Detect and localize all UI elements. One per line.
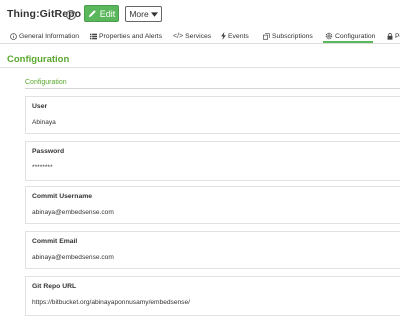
tab-label: Pe bbox=[395, 32, 400, 40]
tab-subscriptions[interactable]: Subscriptions bbox=[263, 30, 313, 42]
title-bar: Thing:GitRepo ? Edit More bbox=[0, 0, 400, 29]
lock-icon bbox=[387, 32, 393, 40]
tab-properties-and-alerts[interactable]: Properties and Alerts bbox=[90, 30, 162, 42]
field-label: Git Repo URL bbox=[32, 283, 77, 290]
field-value: abinaya@embedsense.com bbox=[32, 254, 114, 261]
question-circle-icon[interactable]: ? bbox=[66, 10, 76, 20]
tab-general-information[interactable]: General Information bbox=[10, 30, 79, 42]
tab-permissions[interactable]: Pe bbox=[387, 30, 400, 42]
tab-label: Events bbox=[228, 32, 249, 40]
group-title: Configuration bbox=[25, 79, 67, 86]
edit-button[interactable]: Edit bbox=[84, 5, 119, 22]
field-value: Abinaya bbox=[32, 119, 56, 126]
section-title: Configuration bbox=[7, 54, 70, 65]
tab-services[interactable]: </> Services bbox=[173, 30, 211, 42]
active-tab-indicator bbox=[323, 41, 373, 43]
field-label: Password bbox=[32, 148, 65, 155]
subscriptions-icon bbox=[263, 32, 270, 40]
list-icon bbox=[90, 33, 97, 39]
edit-button-label: Edit bbox=[99, 8, 116, 19]
more-button[interactable]: More bbox=[125, 6, 162, 22]
field-label: User bbox=[32, 103, 48, 110]
field-value: abinaya@embedsense.com bbox=[32, 209, 114, 216]
code-icon: </> bbox=[173, 32, 184, 40]
field-value: https://bitbucket.org/abinayaponnusamy/e… bbox=[32, 299, 190, 306]
field-commit-username: Commit Username abinaya@embedsense.com bbox=[25, 186, 400, 224]
field-label: Commit Email bbox=[32, 238, 78, 245]
divider bbox=[0, 67, 400, 68]
gear-icon bbox=[325, 32, 333, 40]
field-commit-email: Commit Email abinaya@embedsense.com bbox=[25, 231, 400, 269]
lightning-icon bbox=[221, 32, 226, 40]
tab-events[interactable]: Events bbox=[221, 30, 249, 42]
more-button-label: More bbox=[129, 9, 149, 19]
caret-down-icon bbox=[150, 11, 158, 17]
tab-label: Properties and Alerts bbox=[99, 32, 163, 40]
tab-label: General Information bbox=[19, 32, 80, 40]
field-user: User Abinaya bbox=[25, 96, 400, 134]
field-label: Commit Username bbox=[32, 193, 93, 200]
pencil-icon bbox=[88, 10, 96, 18]
tab-label: Services bbox=[185, 32, 212, 40]
field-password: Password ******** bbox=[25, 141, 400, 181]
info-circle-icon bbox=[10, 32, 17, 40]
tab-label: Subscriptions bbox=[272, 32, 313, 40]
tab-label: Configuration bbox=[335, 32, 376, 40]
divider bbox=[25, 88, 400, 89]
field-value: ******** bbox=[32, 164, 53, 171]
field-git-repo-url: Git Repo URL https://bitbucket.org/abina… bbox=[25, 276, 400, 316]
